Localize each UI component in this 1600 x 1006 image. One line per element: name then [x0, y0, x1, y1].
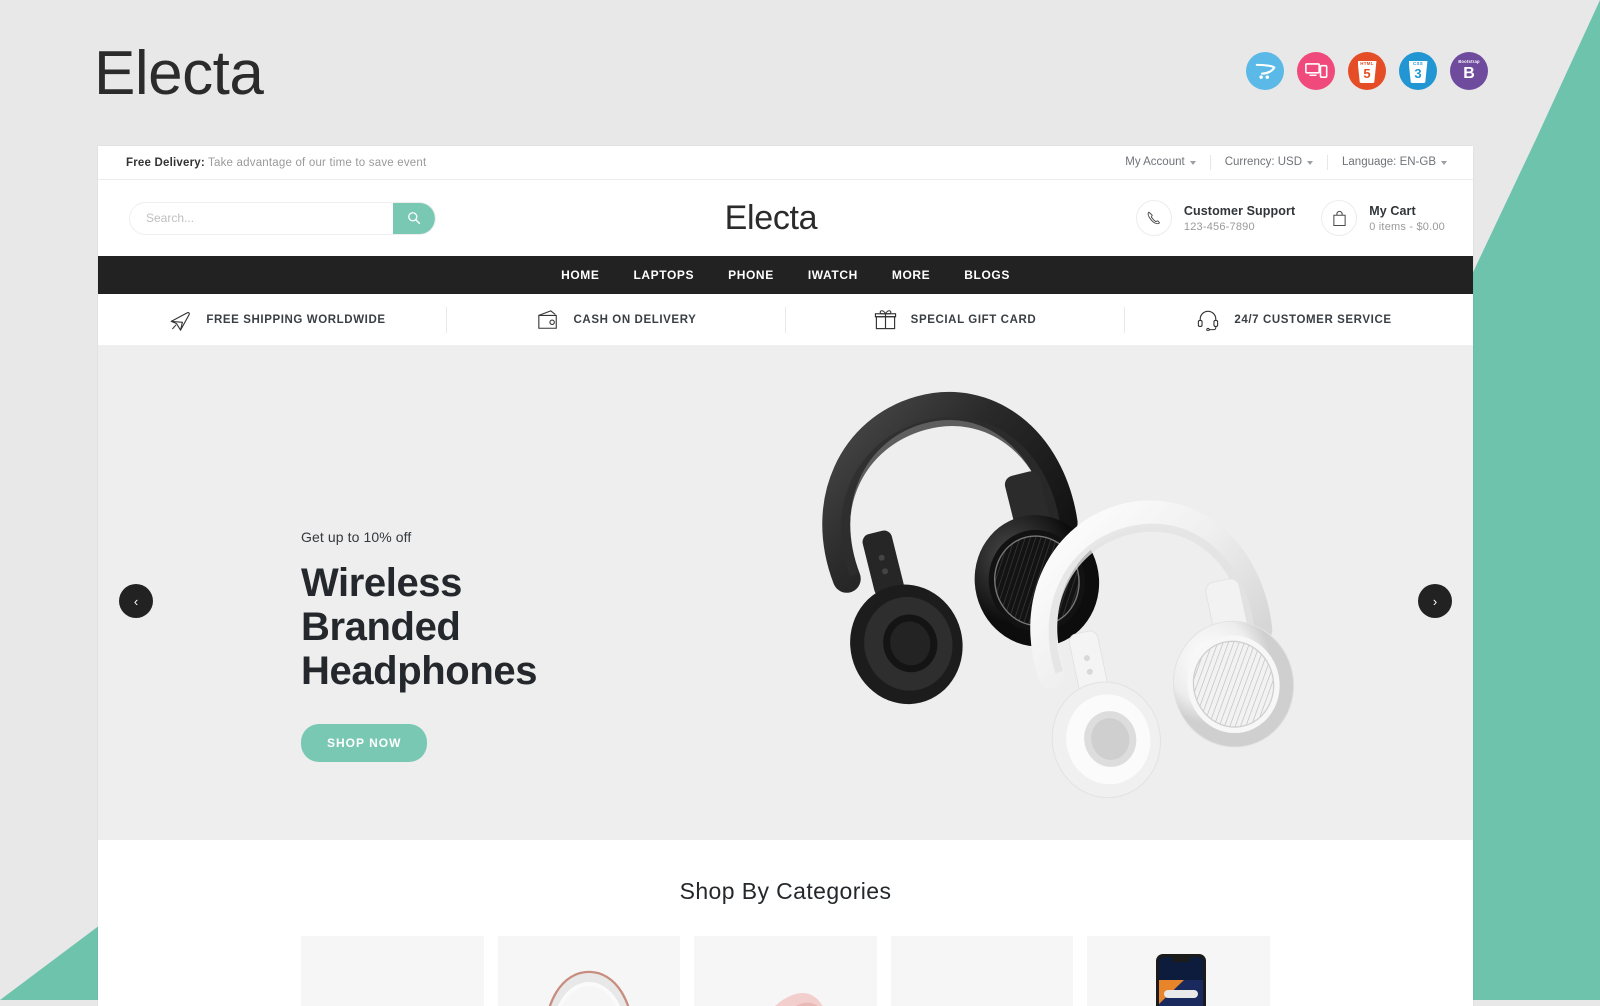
main-navigation: HOME LAPTOPS PHONE IWATCH MORE BLOGS	[98, 256, 1473, 294]
my-account-dropdown[interactable]: My Account	[1111, 155, 1209, 170]
nav-item-iwatch[interactable]: IWATCH	[808, 268, 858, 282]
feature-customer-service: 24/7 CUSTOMER SERVICE	[1124, 306, 1463, 333]
category-card-headphones-black[interactable]	[301, 936, 484, 1006]
feature-label: SPECIAL GIFT CARD	[910, 313, 1037, 326]
categories-heading: Shop By Categories	[679, 878, 892, 904]
carousel-prev-button[interactable]: ‹	[119, 584, 153, 618]
shopping-bag-icon	[1333, 210, 1346, 226]
customer-support-block[interactable]: Customer Support 123-456-7890	[1135, 200, 1296, 236]
html5-shield-icon: HTML 5	[1357, 60, 1377, 83]
css3-badge: CSS 3	[1399, 52, 1437, 90]
nav-item-blogs[interactable]: BLOGS	[964, 268, 1010, 282]
currency-label: Currency: USD	[1224, 156, 1303, 168]
my-account-label: My Account	[1125, 156, 1185, 168]
website-preview: Free Delivery: Take advantage of our tim…	[98, 146, 1473, 1006]
support-title: Customer Support	[1183, 203, 1296, 218]
feature-cash-on-delivery: CASH ON DELIVERY	[446, 306, 785, 333]
css3-shield-icon: CSS 3	[1408, 60, 1428, 83]
phone-icon	[1147, 211, 1160, 225]
feature-gift-card: SPECIAL GIFT CARD	[785, 306, 1124, 333]
category-card-laptop[interactable]	[890, 936, 1074, 1006]
promo-label: Free Delivery:	[126, 156, 205, 169]
support-phone: 123-456-7890	[1183, 220, 1255, 233]
nav-item-laptops[interactable]: LAPTOPS	[633, 268, 694, 282]
hero-copy: Get up to 10% off Wireless Branded Headp…	[301, 529, 621, 762]
language-label: Language: EN-GB	[1342, 156, 1436, 168]
nav-item-more[interactable]: MORE	[892, 268, 930, 282]
chevron-down-icon	[1307, 161, 1314, 165]
chevron-down-icon	[1441, 161, 1447, 165]
hero-carousel: ‹ › Get up to 10% off Wireless Branded H…	[98, 346, 1473, 840]
phone-thumb	[1155, 954, 1206, 1006]
feature-strip: FREE SHIPPING WORLDWIDE CASH ON DELIVERY	[98, 294, 1473, 346]
wallet-icon	[536, 309, 560, 331]
shop-by-categories-section: Shop By Categories	[98, 840, 1473, 1006]
promo-text: Take advantage of our time to save event	[204, 156, 427, 169]
utility-links: My Account Currency: USD Language: EN-GB	[1111, 155, 1447, 170]
plane-icon	[168, 308, 192, 332]
page-title: Electa	[94, 39, 264, 108]
cart-block[interactable]: My Cart 0 items - $0.00	[1321, 200, 1445, 236]
cart-summary: 0 items - $0.00	[1369, 220, 1445, 233]
feature-label: FREE SHIPPING WORLDWIDE	[206, 313, 386, 326]
language-dropdown[interactable]: Language: EN-GB	[1327, 155, 1447, 170]
phone-icon-circle	[1135, 200, 1172, 236]
headphones-pink-thumb	[775, 993, 823, 1006]
carousel-next-button[interactable]: ›	[1418, 584, 1452, 618]
opencart-badge	[1246, 52, 1284, 90]
nav-item-home[interactable]: HOME	[561, 268, 599, 282]
hero-product-image	[763, 354, 1383, 834]
currency-dropdown[interactable]: Currency: USD	[1209, 155, 1327, 170]
category-card-row	[98, 936, 1473, 1006]
cart-title: My Cart	[1369, 203, 1416, 218]
html5-badge: HTML 5	[1348, 52, 1386, 90]
tech-badge-list: HTML 5 CSS 3 Bootstrap B	[1246, 52, 1488, 90]
search-icon	[408, 212, 421, 225]
gift-icon	[874, 308, 897, 331]
cart-icon-circle	[1321, 200, 1358, 236]
category-card-phone[interactable]	[1087, 936, 1270, 1006]
chevron-down-icon	[1189, 161, 1196, 165]
hero-eyebrow: Get up to 10% off	[301, 529, 412, 545]
header-actions: Customer Support 123-456-7890 My Cart 0 …	[1135, 200, 1445, 236]
shopping-cart-icon	[1255, 63, 1276, 79]
search-bar[interactable]	[129, 201, 436, 235]
headset-icon	[1196, 309, 1220, 331]
site-header: Electa Customer Support 123-456-7890	[98, 180, 1473, 256]
feature-label: 24/7 CUSTOMER SERVICE	[1234, 313, 1392, 326]
headphones-white-image	[1030, 500, 1295, 799]
responsive-badge	[1297, 52, 1335, 90]
bootstrap-badge: Bootstrap B	[1450, 52, 1488, 90]
bootstrap-glyph: Bootstrap B	[1458, 59, 1480, 82]
search-input[interactable]	[130, 211, 393, 225]
category-card-headphones-pink[interactable]	[694, 936, 877, 1006]
nav-item-phone[interactable]: PHONE	[728, 268, 774, 282]
feature-label: CASH ON DELIVERY	[573, 313, 697, 326]
laptop-thumb	[912, 994, 1052, 1006]
headphones-black-thumb	[327, 970, 457, 1006]
responsive-devices-icon	[1304, 63, 1327, 78]
hero-title: Wireless Branded Headphones	[301, 561, 538, 693]
headphones-white-thumb	[548, 970, 630, 1006]
utility-topbar: Free Delivery: Take advantage of our tim…	[98, 146, 1473, 180]
promo-message: Free Delivery: Take advantage of our tim…	[126, 157, 426, 169]
feature-free-shipping: FREE SHIPPING WORLDWIDE	[108, 307, 446, 333]
site-logo[interactable]: Electa	[725, 199, 848, 238]
category-card-headphones-white[interactable]	[497, 936, 681, 1006]
search-button[interactable]	[393, 202, 435, 234]
shop-now-button[interactable]: SHOP NOW	[301, 724, 428, 762]
